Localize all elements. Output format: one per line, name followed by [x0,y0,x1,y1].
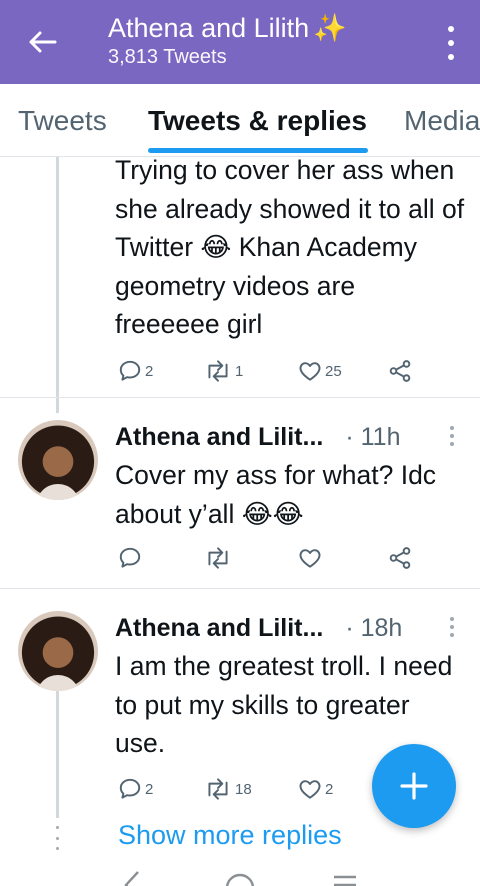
reply-icon [119,360,141,381]
reply-count: 2 [145,780,154,798]
like-button[interactable] [297,545,325,571]
profile-title: Athena and Lilith ✨ [108,12,347,44]
tweet-menu-icon[interactable] [450,617,454,637]
like-button[interactable]: 25 [297,358,342,384]
profile-name: Athena and Lilith [108,13,310,43]
retweet-icon [208,547,228,569]
avatar[interactable] [18,611,98,691]
plus-icon [400,772,428,800]
reply-button[interactable]: 2 [117,358,153,384]
like-count: 2 [325,780,334,798]
like-count: 25 [325,362,342,380]
retweet-button[interactable]: 18 [203,776,252,802]
profile-tabs: Tweets Tweets & replies Media [0,84,480,157]
like-button[interactable]: 2 [297,776,333,802]
retweet-button[interactable]: 1 [203,358,243,384]
retweet-count: 1 [235,362,244,380]
show-more-replies-link[interactable]: Show more replies [118,820,342,851]
retweet-icon [208,778,228,800]
tab-tweets-and-replies[interactable]: Tweets & replies [148,104,367,138]
thread-gap-dots [56,826,60,850]
reply-icon [119,778,141,799]
sparkles-emoji: ✨ [313,13,347,43]
compose-tweet-button[interactable] [372,744,456,828]
tweet-menu-icon[interactable] [450,426,454,446]
tweet-meta: Athena and Lilit... · 11h [115,422,400,452]
tab-media[interactable]: Media [404,104,480,138]
arrow-left-icon [29,31,57,53]
tweet[interactable]: Athena and Lilit... · 11h Cover my ass fo… [0,398,480,588]
retweet-icon [208,360,228,382]
retweet-button[interactable] [203,545,235,571]
tweet[interactable]: Trying to cover her ass when she already… [0,155,480,397]
tweet-time: · 18h [345,614,403,642]
app-bar: Athena and Lilith ✨ 3,813 Tweets [0,0,480,84]
tab-tweets[interactable]: Tweets [18,104,107,138]
reply-count: 2 [145,362,154,380]
tweet-time: · 11h [345,423,401,451]
tweet-count: 3,813 Tweets [108,46,227,68]
author-name[interactable]: Athena and Lilit... [115,614,323,642]
tweet-text: Cover my ass for what? Idc about y’all 😂… [115,460,437,529]
share-button[interactable] [387,358,413,384]
tweet-actions: 2 1 25 [115,358,445,388]
reply-button[interactable] [117,545,145,571]
reply-button[interactable]: 2 [117,776,153,802]
tweet-meta: Athena and Lilit... · 18h [115,613,402,643]
back-button[interactable] [22,22,62,62]
tweet-text: Trying to cover her ass when she already… [115,155,465,339]
tweet-actions [115,545,445,575]
nav-recents-icon[interactable] [332,874,358,886]
share-icon [389,360,411,382]
author-name[interactable]: Athena and Lilit... [115,423,323,451]
retweet-count: 18 [235,780,252,798]
system-nav-bar [0,866,480,886]
heart-icon [299,362,321,381]
heart-icon [299,780,321,799]
reply-icon [119,547,141,568]
heart-icon [299,549,321,568]
nav-back-icon[interactable] [120,870,144,886]
nav-home-icon[interactable] [224,872,256,886]
kebab-menu-icon[interactable] [444,26,458,60]
avatar[interactable] [18,420,98,500]
share-icon [389,547,411,569]
share-button[interactable] [387,545,413,571]
